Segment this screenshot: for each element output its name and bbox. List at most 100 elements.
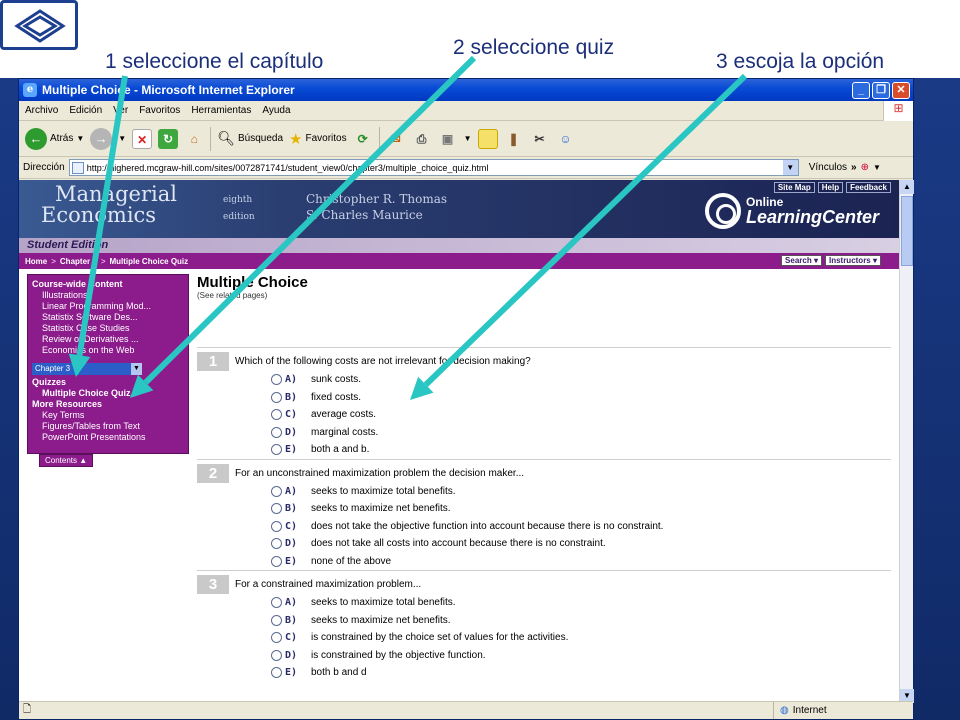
book-title-line-2: Economics bbox=[41, 203, 157, 227]
contents-tab[interactable]: Contents ▲ bbox=[39, 454, 94, 467]
answer-radio[interactable] bbox=[271, 444, 282, 456]
breadcrumb-chapter[interactable]: Chapter 3 bbox=[60, 257, 97, 266]
sidebar-item-powerpoint[interactable]: PowerPoint Presentations bbox=[32, 432, 184, 443]
sidebar-item-review-derivatives[interactable]: Review of Derivatives ... bbox=[32, 334, 184, 345]
home-icon[interactable]: ⌂ bbox=[184, 129, 204, 149]
favorites-label: Favoritos bbox=[305, 133, 347, 144]
feedback-link[interactable]: Feedback bbox=[846, 182, 891, 193]
menu-edicion[interactable]: Edición bbox=[69, 105, 102, 116]
answer-choice[interactable]: A) seeks to maximize total benefits. bbox=[271, 594, 891, 612]
answer-radio[interactable] bbox=[271, 555, 282, 567]
menu-bar: Archivo Edición Ver Favoritos Herramient… bbox=[19, 100, 913, 121]
sidebar-item-illustrations[interactable]: Illustrations bbox=[32, 290, 184, 301]
history-icon[interactable]: ⟳ bbox=[353, 129, 373, 149]
scroll-thumb[interactable] bbox=[901, 196, 913, 266]
related-pages-link[interactable]: (See related pages) bbox=[197, 291, 891, 300]
sidebar-item-economics-web[interactable]: Economics on the Web bbox=[32, 345, 184, 356]
close-button[interactable]: ✕ bbox=[892, 81, 910, 99]
question-header: 1 Which of the following costs are not ir… bbox=[197, 352, 891, 371]
answer-radio[interactable] bbox=[271, 374, 282, 386]
help-link[interactable]: Help bbox=[817, 182, 844, 193]
book-authors: Christopher R. Thomas S. Charles Maurice bbox=[306, 191, 447, 223]
answer-choice[interactable]: E) both a and b. bbox=[271, 441, 891, 459]
answer-choice[interactable]: D) marginal costs. bbox=[271, 424, 891, 442]
answer-radio[interactable] bbox=[271, 649, 282, 661]
messenger-icon[interactable]: ☺ bbox=[556, 129, 576, 149]
chapter-select[interactable]: Chapter 3 ▼ bbox=[32, 363, 142, 375]
favorites-button[interactable]: ★ Favoritos bbox=[289, 130, 347, 148]
forward-button[interactable]: → bbox=[90, 127, 113, 150]
answer-choice[interactable]: C) is constrained by the choice set of va… bbox=[271, 629, 891, 647]
print-icon[interactable]: ⎙ bbox=[412, 129, 432, 149]
answer-radio[interactable] bbox=[271, 538, 282, 550]
stop-icon[interactable]: ✕ bbox=[132, 128, 153, 149]
mail-icon[interactable]: ✉ bbox=[386, 129, 406, 149]
answer-choice[interactable]: A) sunk costs. bbox=[271, 371, 891, 389]
answer-choice[interactable]: B) seeks to maximize net benefits. bbox=[271, 500, 891, 518]
answer-radio[interactable] bbox=[271, 391, 282, 403]
forward-dropdown-icon[interactable]: ▼ bbox=[118, 134, 126, 143]
answer-choice[interactable]: D) does not take all costs into account b… bbox=[271, 535, 891, 553]
answer-choice[interactable]: B) seeks to maximize net benefits. bbox=[271, 612, 891, 630]
links-chevron-icon[interactable]: » bbox=[851, 162, 857, 173]
answer-choice[interactable]: E) both b and d bbox=[271, 664, 891, 682]
menu-ayuda[interactable]: Ayuda bbox=[262, 105, 290, 116]
tool-icon[interactable]: ✂ bbox=[530, 129, 550, 149]
question-block: 2 For an unconstrained maximization probl… bbox=[197, 458, 891, 571]
answer-choice[interactable]: C) average costs. bbox=[271, 406, 891, 424]
answer-radio[interactable] bbox=[271, 409, 282, 421]
sidebar-item-linear-programming[interactable]: Linear Programming Mod... bbox=[32, 301, 184, 312]
answer-radio[interactable] bbox=[271, 632, 282, 644]
back-button[interactable]: ← Atrás ▼ bbox=[25, 127, 84, 150]
answer-text: seeks to maximize total benefits. bbox=[311, 597, 456, 609]
answer-choice[interactable]: C) does not take the objective function i… bbox=[271, 518, 891, 536]
discuss-icon[interactable] bbox=[477, 128, 498, 149]
answer-radio[interactable] bbox=[271, 503, 282, 515]
answer-choice[interactable]: B) fixed costs. bbox=[271, 389, 891, 407]
menu-ver[interactable]: Ver bbox=[113, 105, 128, 116]
book-title: Managerial Economics bbox=[41, 184, 177, 226]
instructors-dropdown-button[interactable]: Instructors ▾ bbox=[824, 255, 881, 266]
refresh-icon[interactable]: ↻ bbox=[158, 128, 179, 149]
answer-choice[interactable]: D) is constrained by the objective functi… bbox=[271, 647, 891, 665]
minimize-button[interactable]: _ bbox=[852, 81, 870, 99]
address-dropdown-icon[interactable]: ▼ bbox=[782, 160, 798, 175]
sidebar-item-figures-tables[interactable]: Figures/Tables from Text bbox=[32, 421, 184, 432]
links-label[interactable]: Vínculos bbox=[809, 162, 847, 173]
vertical-scrollbar[interactable]: ▲ ▼ bbox=[899, 180, 914, 703]
answer-choice[interactable]: A) seeks to maximize total benefits. bbox=[271, 483, 891, 501]
answer-letter: D) bbox=[285, 538, 298, 550]
answer-radio[interactable] bbox=[271, 597, 282, 609]
edit-icon[interactable]: ▣ bbox=[438, 129, 458, 149]
edit-dropdown-icon[interactable]: ▼ bbox=[464, 134, 472, 143]
sidebar-item-statistix-case-studies[interactable]: Statistix Case Studies bbox=[32, 323, 184, 334]
answer-letter: C) bbox=[285, 409, 298, 421]
address-input[interactable]: http://highered.mcgraw-hill.com/sites/00… bbox=[68, 159, 799, 176]
answer-text: seeks to maximize total benefits. bbox=[311, 485, 456, 497]
menu-favoritos[interactable]: Favoritos bbox=[139, 105, 180, 116]
olc-logo[interactable]: Online LearningCenter bbox=[704, 193, 879, 229]
scroll-up-icon[interactable]: ▲ bbox=[900, 180, 914, 194]
answer-radio[interactable] bbox=[271, 520, 282, 532]
menu-herramientas[interactable]: Herramientas bbox=[191, 105, 251, 116]
answer-radio[interactable] bbox=[271, 426, 282, 438]
breadcrumb-home[interactable]: Home bbox=[25, 257, 47, 266]
answer-choice[interactable]: E) none of the above bbox=[271, 553, 891, 571]
chevron-down-icon[interactable]: ▼ bbox=[131, 363, 142, 375]
callout-step-1: 1 seleccione el capítulo bbox=[105, 50, 324, 73]
restore-button[interactable]: ❐ bbox=[872, 81, 890, 99]
search-button[interactable]: 🔍︎ Búsqueda bbox=[217, 130, 283, 147]
site-map-link[interactable]: Site Map bbox=[773, 182, 815, 193]
menu-archivo[interactable]: Archivo bbox=[25, 105, 58, 116]
answer-radio[interactable] bbox=[271, 485, 282, 497]
sidebar-item-key-terms[interactable]: Key Terms bbox=[32, 410, 184, 421]
search-dropdown-button[interactable]: Search ▾ bbox=[781, 255, 822, 266]
sidebar-item-multiple-choice-quiz[interactable]: Multiple Choice Quiz bbox=[32, 388, 184, 399]
research-icon[interactable]: ❚ bbox=[504, 129, 524, 149]
answer-radio[interactable] bbox=[271, 614, 282, 626]
addon-dropdown-icon[interactable]: ▼ bbox=[873, 163, 881, 172]
answer-radio[interactable] bbox=[271, 667, 282, 679]
addon-icon[interactable]: ⊕ bbox=[861, 162, 869, 173]
question-header: 2 For an unconstrained maximization probl… bbox=[197, 463, 891, 483]
sidebar-item-statistix-software[interactable]: Statistix Software Des... bbox=[32, 312, 184, 323]
